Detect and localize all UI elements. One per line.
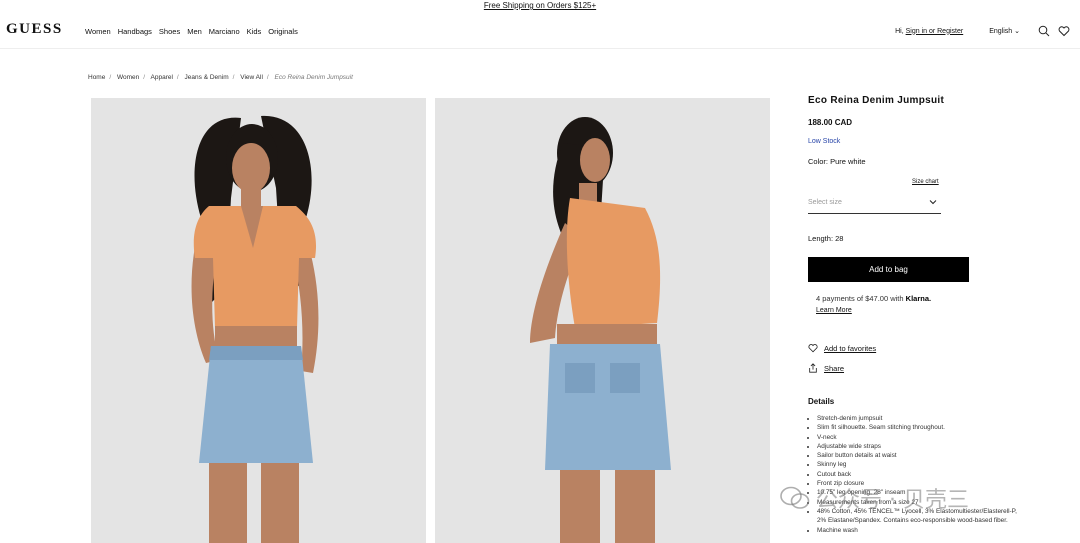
learn-more-link[interactable]: Learn More <box>816 307 852 314</box>
heart-icon[interactable] <box>1058 25 1070 37</box>
add-to-bag-button[interactable]: Add to bag <box>808 257 969 282</box>
wechat-icon <box>780 486 810 509</box>
details-item: Skinny leg <box>817 460 1022 469</box>
nav-handbags[interactable]: Handbags <box>118 27 152 36</box>
nav-men[interactable]: Men <box>187 27 202 36</box>
breadcrumb-home[interactable]: Home <box>88 74 105 81</box>
nav-marciano[interactable]: Marciano <box>209 27 240 36</box>
nav-shoes[interactable]: Shoes <box>159 27 180 36</box>
signin-area: Hi, Sign in or Register <box>895 28 963 35</box>
details-item: Machine wash <box>817 526 1022 535</box>
product-image-back[interactable] <box>435 98 770 543</box>
model-back-illustration <box>435 98 770 543</box>
heart-icon <box>808 344 818 353</box>
nav-originals[interactable]: Originals <box>268 27 298 36</box>
klarna-text: 4 payments of $47.00 with <box>816 294 904 303</box>
details-item: V-neck <box>817 433 1022 442</box>
watermark: 公众号 · 贝壳三 <box>780 478 1050 518</box>
promo-text[interactable]: Free Shipping on Orders $125+ <box>484 1 596 10</box>
watermark-text: 公众号 · 贝壳三 <box>816 488 969 513</box>
details-item: Sailor button details at waist <box>817 451 1022 460</box>
details-item: Slim fit silhouette. Seam stitching thro… <box>817 423 1022 432</box>
greeting: Hi, <box>895 27 904 35</box>
details-item: Adjustable wide straps <box>817 442 1022 451</box>
size-select[interactable]: Select size <box>808 195 941 214</box>
color-label: Color: Pure white <box>808 157 866 166</box>
header-actions: Hi, Sign in or Register English ⌄ <box>895 25 1070 37</box>
add-to-favorites[interactable]: Add to favorites <box>808 343 876 353</box>
signin-link[interactable]: Sign in or Register <box>906 28 964 35</box>
breadcrumb: Home / Women / Apparel / Jeans & Denim / Vie… <box>88 74 353 81</box>
breadcrumb-view-all[interactable]: View All <box>240 74 263 81</box>
nav-women[interactable]: Women <box>85 27 111 36</box>
stock-status: Low Stock <box>808 138 841 145</box>
share-icon <box>809 363 817 373</box>
share-label: Share <box>824 363 845 373</box>
product-title: Eco Reina Denim Jumpsuit <box>808 95 945 106</box>
language-selector[interactable]: English ⌄ <box>989 27 1020 35</box>
brand-logo[interactable]: GUESS <box>6 21 63 38</box>
details-heading: Details <box>808 397 835 406</box>
model-front-illustration <box>91 98 426 543</box>
product-price: 188.00 CAD <box>808 118 853 127</box>
site-header: GUESS Women Handbags Shoes Men Marciano … <box>0 12 1080 49</box>
promo-banner[interactable]: Free Shipping on Orders $125+ <box>0 0 1080 12</box>
main-nav: Women Handbags Shoes Men Marciano Kids O… <box>85 27 298 36</box>
chevron-down-icon <box>929 200 937 205</box>
breadcrumb-jeans-denim[interactable]: Jeans & Denim <box>185 74 229 81</box>
chevron-down-icon: ⌄ <box>1014 28 1020 35</box>
share-button[interactable]: Share <box>808 363 844 373</box>
size-chart-link[interactable]: Size chart <box>912 179 939 185</box>
favorites-label: Add to favorites <box>824 343 877 353</box>
breadcrumb-current: Eco Reina Denim Jumpsuit <box>274 74 353 81</box>
product-image-front[interactable] <box>91 98 426 543</box>
klarna-logo: Klarna. <box>905 294 932 303</box>
details-item: Stretch-denim jumpsuit <box>817 414 1022 423</box>
search-icon[interactable] <box>1038 25 1050 37</box>
length-label: Length: 28 <box>808 234 844 243</box>
breadcrumb-apparel[interactable]: Apparel <box>151 74 173 81</box>
size-select-placeholder: Select size <box>808 199 842 206</box>
language-label: English <box>989 28 1013 35</box>
breadcrumb-women[interactable]: Women <box>117 74 139 81</box>
klarna-info: 4 payments of $47.00 with Klarna. <box>816 294 931 303</box>
nav-kids[interactable]: Kids <box>247 27 262 36</box>
